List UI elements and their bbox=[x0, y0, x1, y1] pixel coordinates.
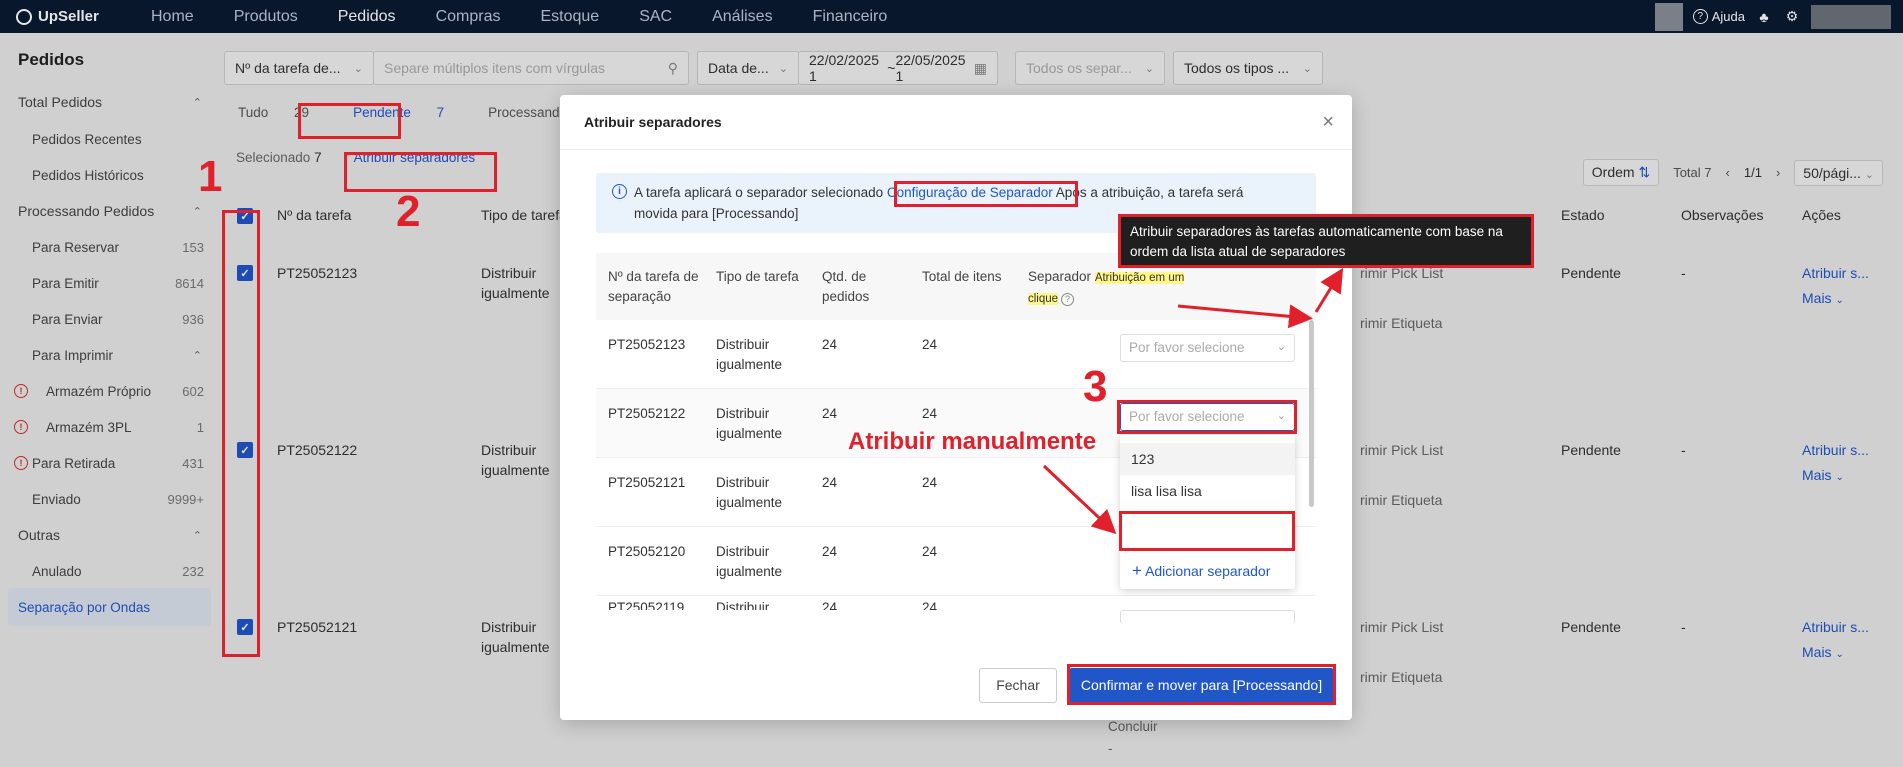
task-type: Distribuir igualmente bbox=[716, 404, 782, 444]
task-number: PT25052122 bbox=[608, 406, 686, 421]
annotation-number-2: 2 bbox=[396, 187, 421, 236]
info-text: Após a atribuição, a tarefa será bbox=[1052, 185, 1244, 200]
total-items: 24 bbox=[922, 544, 938, 559]
select-placeholder: Por favor selecione bbox=[1129, 340, 1245, 355]
tooltip-text: Atribuir separadores às tarefas automati… bbox=[1130, 224, 1503, 239]
task-number: PT25052120 bbox=[608, 544, 686, 559]
order-qty: 24 bbox=[822, 475, 838, 490]
task-type: Distribuir igualmente bbox=[716, 335, 782, 375]
col-order-qty: Qtd. de pedidos bbox=[822, 267, 869, 307]
order-qty: 24 bbox=[822, 544, 838, 559]
picker-dropdown: 123 lisa lisa lisa + Adicionar separador bbox=[1120, 435, 1295, 589]
task-number: PT25052121 bbox=[608, 475, 686, 490]
task-type-line: igualmente bbox=[716, 564, 783, 579]
chevron-down-icon: ⌄ bbox=[1276, 341, 1286, 353]
close-button[interactable]: Fechar bbox=[979, 668, 1057, 703]
question-icon[interactable]: ? bbox=[1061, 292, 1075, 306]
task-number: PT25052123 bbox=[608, 337, 686, 352]
plus-icon: + bbox=[1132, 561, 1142, 580]
task-type-line: Distribuir bbox=[716, 337, 770, 352]
assign-pickers-modal: Atribuir separadores × i A tarefa aplica… bbox=[560, 95, 1352, 720]
divider bbox=[560, 149, 1352, 150]
total-items: 24 bbox=[922, 475, 938, 490]
total-items: 24 bbox=[922, 337, 938, 352]
order-qty: 24 bbox=[822, 337, 838, 352]
info-icon: i bbox=[612, 184, 627, 199]
picker-select[interactable]: Por favor selecione ⌄ bbox=[1120, 334, 1295, 362]
modal-title: Atribuir separadores bbox=[584, 114, 722, 130]
task-type-line: Distribuir bbox=[716, 544, 770, 559]
one-click-assign-link[interactable]: Atribuição em um bbox=[1094, 272, 1185, 284]
annotation-manual-label: Atribuir manualmente bbox=[848, 428, 1097, 455]
scrollbar[interactable] bbox=[1309, 320, 1314, 507]
col-task-number: Nº da tarefa de separação bbox=[608, 267, 699, 307]
chevron-down-icon: ⌄ bbox=[1276, 410, 1286, 422]
picker-select[interactable] bbox=[1120, 610, 1295, 624]
table-fade bbox=[560, 625, 1352, 645]
task-type: Distribuir igualmente bbox=[716, 542, 782, 582]
picker-option[interactable]: 123 bbox=[1120, 443, 1295, 475]
order-qty: 24 bbox=[822, 406, 838, 421]
task-type: Distribuir igualmente bbox=[716, 473, 782, 513]
header-label: Separador bbox=[1028, 269, 1092, 284]
info-text: A tarefa aplicará o separador selecionad… bbox=[634, 185, 887, 200]
total-items: 24 bbox=[922, 406, 938, 421]
annotation-number-3: 3 bbox=[1083, 362, 1108, 411]
confirm-move-button[interactable]: Confirmar e mover para [Processando] bbox=[1069, 668, 1334, 703]
col-task-type: Tipo de tarefa bbox=[716, 269, 799, 284]
picker-option[interactable]: lisa lisa lisa bbox=[1120, 475, 1295, 507]
annotation-number-1: 1 bbox=[198, 152, 223, 201]
header-label: separação bbox=[608, 289, 672, 304]
header-label: Qtd. de bbox=[822, 269, 867, 284]
col-total-items: Total de itens bbox=[922, 269, 1002, 284]
one-click-tooltip: Atribuir separadores às tarefas automati… bbox=[1120, 216, 1532, 266]
task-type-line: Distribuir bbox=[716, 406, 770, 421]
task-number: PT25052119 bbox=[608, 600, 685, 610]
info-text: movida para [Processando] bbox=[634, 206, 799, 221]
add-picker-button[interactable]: + Adicionar separador bbox=[1120, 549, 1295, 589]
picker-config-link[interactable]: Configuração de Separador bbox=[887, 185, 1053, 200]
col-picker: Separador Atribuição em um clique? bbox=[1028, 267, 1185, 309]
one-click-assign-link[interactable]: clique bbox=[1028, 293, 1059, 305]
total-items: 24 bbox=[922, 600, 938, 610]
modal-table-row: PT25052119 Distribuir 24 24 bbox=[596, 596, 1316, 610]
add-picker-label: Adicionar separador bbox=[1145, 563, 1271, 579]
picker-select-open[interactable]: Por favor selecione ⌄ bbox=[1120, 403, 1295, 431]
header-label: pedidos bbox=[822, 289, 870, 304]
task-type-line: igualmente bbox=[716, 495, 783, 510]
header-label: Nº da tarefa de bbox=[608, 269, 699, 284]
select-placeholder: Por favor selecione bbox=[1129, 409, 1245, 424]
task-type: Distribuir bbox=[716, 600, 770, 610]
order-qty: 24 bbox=[822, 600, 838, 610]
task-type-line: igualmente bbox=[716, 426, 783, 441]
close-icon[interactable]: × bbox=[1322, 111, 1334, 134]
task-type-line: igualmente bbox=[716, 357, 783, 372]
task-type-line: Distribuir bbox=[716, 475, 770, 490]
tooltip-text: ordem da lista atual de separadores bbox=[1130, 244, 1346, 259]
